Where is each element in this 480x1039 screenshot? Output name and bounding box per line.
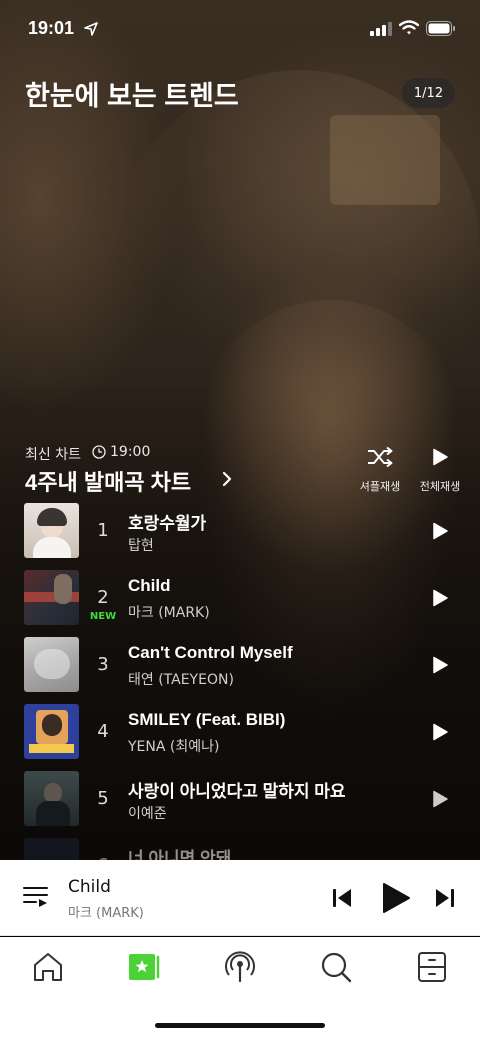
mini-player[interactable]: Child 마크 (MARK) <box>0 860 480 936</box>
rank-number: 3 <box>97 654 109 675</box>
song-title: Child <box>128 576 171 595</box>
song-row[interactable]: 3 Can't Control Myself 태연 (TAEYEON) <box>0 634 480 694</box>
song-title: 사랑이 아니었다고 말하지 마요 <box>128 782 346 801</box>
latest-chart-label: 최신 차트 <box>25 447 81 463</box>
song-row[interactable]: 1 호랑수월가 탑현 <box>0 500 480 560</box>
shuffle-label: 셔플재생 <box>359 480 401 493</box>
previous-track-icon[interactable] <box>330 886 354 910</box>
artist-name: 이예준 <box>128 806 167 822</box>
search-icon[interactable] <box>316 947 356 987</box>
cellular-signal-icon <box>370 22 392 36</box>
rank-number: 1 <box>97 520 109 541</box>
tab-bar <box>0 937 480 1039</box>
artist-name: YENA (최예나) <box>128 739 220 755</box>
home-indicator <box>155 1023 325 1028</box>
status-bar: 19:01 <box>0 0 480 60</box>
song-title: Can't Control Myself <box>128 643 293 662</box>
now-playing-artist: 마크 (MARK) <box>68 906 144 921</box>
album-art <box>24 570 79 625</box>
row-play-button[interactable] <box>426 519 454 543</box>
artist-name: 마크 (MARK) <box>128 605 210 621</box>
status-time: 19:01 <box>28 18 75 38</box>
next-track-icon[interactable] <box>433 886 457 910</box>
artist-name: 탑현 <box>128 538 154 554</box>
album-art <box>24 637 79 692</box>
play-icon <box>433 656 448 674</box>
location-arrow-icon <box>84 22 98 36</box>
rank-number: 5 <box>97 788 109 809</box>
song-row[interactable]: 2 NEW Child 마크 (MARK) <box>0 567 480 627</box>
row-play-button[interactable] <box>426 787 454 811</box>
play-icon <box>433 790 448 808</box>
page-title: 한눈에 보는 트렌드 <box>25 81 239 111</box>
update-time: 19:00 <box>110 444 151 460</box>
shuffle-play-button[interactable]: 셔플재생 <box>352 444 408 494</box>
battery-icon <box>426 21 455 36</box>
chart-icon[interactable] <box>124 947 164 987</box>
play-icon <box>433 448 448 466</box>
artist-name: 태연 (TAEYEON) <box>128 672 234 688</box>
shuffle-icon <box>368 446 393 468</box>
song-row[interactable]: 4 SMILEY (Feat. BIBI) YENA (최예나) <box>0 701 480 761</box>
album-art <box>24 704 79 759</box>
page-indicator: 1/12 <box>402 78 455 108</box>
library-icon[interactable] <box>412 947 452 987</box>
play-all-label: 전체재생 <box>419 480 461 493</box>
rank-number: 4 <box>97 721 109 742</box>
podcast-icon[interactable] <box>220 947 260 987</box>
play-icon <box>433 522 448 540</box>
new-badge: NEW <box>89 611 117 622</box>
album-art <box>24 503 79 558</box>
play-all-button[interactable]: 전체재생 <box>412 444 468 494</box>
hero-image-patch <box>330 115 440 205</box>
album-art <box>24 771 79 826</box>
chevron-right-icon[interactable] <box>220 470 234 488</box>
home-icon[interactable] <box>28 947 68 987</box>
chart-title-link[interactable]: 4주내 발매곡 차트 <box>25 465 191 497</box>
row-play-button[interactable] <box>426 586 454 610</box>
playlist-icon[interactable] <box>23 884 49 910</box>
now-playing-title: Child <box>68 877 111 897</box>
play-pause-icon[interactable] <box>381 882 411 914</box>
row-play-button[interactable] <box>426 720 454 744</box>
rank-number: 2 <box>97 587 109 608</box>
song-title: SMILEY (Feat. BIBI) <box>128 710 286 729</box>
clock-icon <box>92 445 106 459</box>
song-row[interactable]: 5 사랑이 아니었다고 말하지 마요 이예준 <box>0 768 480 828</box>
song-title: 호랑수월가 <box>128 514 207 533</box>
play-icon <box>433 589 448 607</box>
wifi-icon <box>399 20 419 35</box>
play-icon <box>433 723 448 741</box>
row-play-button[interactable] <box>426 653 454 677</box>
